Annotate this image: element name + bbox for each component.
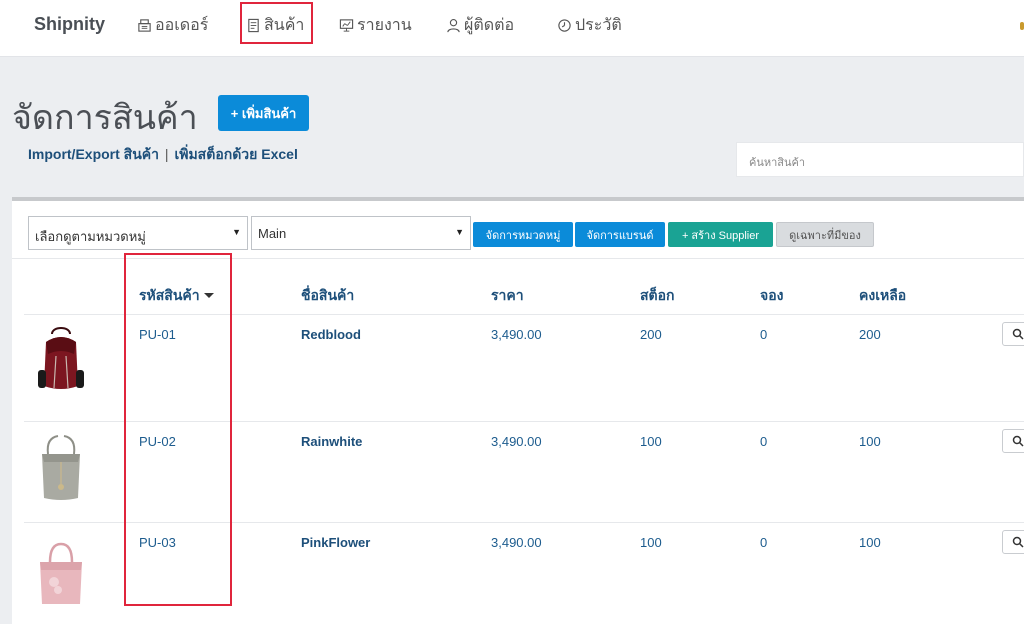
nav-item-label: รายงาน [357, 16, 412, 34]
cell-stock: 100 [640, 535, 662, 550]
column-header-code-label: รหัสสินค้า [139, 287, 200, 303]
nav-item-label: ออเดอร์ [155, 16, 209, 34]
cell-price: 3,490.00 [491, 535, 542, 550]
product-search-input[interactable]: ค้นหาสินค้า [736, 142, 1024, 177]
manage-brand-button[interactable]: จัดการแบรนด์ [575, 222, 665, 247]
products-panel [12, 201, 1024, 624]
column-header-name[interactable]: ชื่อสินค้า [301, 285, 354, 307]
cell-reserved: 0 [760, 434, 768, 449]
cell-name[interactable]: Redblood [301, 327, 361, 342]
cash-register-icon [138, 18, 151, 32]
column-header-price[interactable]: ราคา [491, 285, 524, 307]
brand-logo[interactable]: Shipnity [34, 14, 105, 35]
import-links: Import/Export สินค้า | เพิ่มสต็อกด้วย Ex… [28, 144, 298, 166]
cell-code[interactable]: PU-02 [139, 434, 176, 449]
nav-item-history[interactable]: ประวัติ [557, 14, 622, 36]
cell-reserved: 0 [760, 535, 768, 550]
cell-code[interactable]: PU-03 [139, 535, 176, 550]
caret-down-icon: ▼ [455, 227, 464, 237]
active-nav-highlight [240, 2, 313, 44]
product-image-grey-bucket-bag[interactable] [34, 432, 88, 504]
cell-stock: 100 [640, 434, 662, 449]
category-select-value: เลือกดูตามหมวดหมู่ [35, 229, 146, 244]
column-header-reserved[interactable]: จอง [760, 285, 783, 307]
warehouse-select[interactable]: Main ▼ [251, 216, 471, 250]
divider [12, 258, 1024, 259]
search-icon [1012, 435, 1024, 447]
cell-price: 3,490.00 [491, 434, 542, 449]
nav-item-orders[interactable]: ออเดอร์ [137, 14, 208, 36]
cell-name[interactable]: Rainwhite [301, 434, 362, 449]
cell-remaining: 100 [859, 434, 881, 449]
history-icon [558, 18, 571, 32]
top-navbar: Shipnity ออเดอร์ สินค้า รายงาน ผู้ติดต่อ… [0, 0, 1024, 57]
search-icon [1012, 328, 1024, 340]
cell-stock: 200 [640, 327, 662, 342]
category-select[interactable]: เลือกดูตามหมวดหมู่ ▼ [28, 216, 248, 250]
in-stock-only-button[interactable]: ดูเฉพาะที่มีของ [776, 222, 874, 247]
warehouse-select-value: Main [258, 226, 287, 241]
manage-category-button[interactable]: จัดการหมวดหมู่ [473, 222, 573, 247]
product-image-pink-handbag[interactable] [34, 538, 88, 610]
cell-remaining: 100 [859, 535, 881, 550]
nav-item-label: ประวัติ [575, 16, 622, 34]
link-separator: | [164, 146, 169, 162]
cell-name[interactable]: PinkFlower [301, 535, 370, 550]
column-header-remaining[interactable]: คงเหลือ [859, 285, 906, 307]
sort-caret-icon [203, 293, 214, 298]
search-icon [1012, 536, 1024, 548]
product-image-red-backpack[interactable] [34, 324, 88, 396]
import-export-link[interactable]: Import/Export สินค้า [28, 146, 159, 162]
create-supplier-button[interactable]: + สร้าง Supplier [668, 222, 773, 247]
notification-dot[interactable] [1020, 22, 1024, 30]
table-row-divider [24, 421, 1024, 422]
view-button[interactable] [1002, 322, 1024, 346]
caret-down-icon: ▼ [232, 227, 241, 237]
add-product-button[interactable]: + เพิ่มสินค้า [218, 95, 309, 131]
nav-item-contacts[interactable]: ผู้ติดต่อ [446, 14, 514, 36]
column-header-code[interactable]: รหัสสินค้า [139, 285, 214, 307]
cell-remaining: 200 [859, 327, 881, 342]
cell-reserved: 0 [760, 327, 768, 342]
nav-item-reports[interactable]: รายงาน [339, 14, 412, 36]
cell-code[interactable]: PU-01 [139, 327, 176, 342]
table-row-divider [24, 522, 1024, 523]
page-title: จัดการสินค้า [12, 98, 198, 138]
view-button[interactable] [1002, 429, 1024, 453]
nav-item-label: ผู้ติดต่อ [464, 16, 515, 34]
column-header-stock[interactable]: สต็อก [640, 285, 675, 307]
add-stock-excel-link[interactable]: เพิ่มสต็อกด้วย Excel [174, 146, 297, 162]
table-row-divider [24, 314, 1024, 315]
view-button[interactable] [1002, 530, 1024, 554]
cell-price: 3,490.00 [491, 327, 542, 342]
monitor-report-icon [339, 18, 354, 32]
user-icon [447, 18, 460, 32]
